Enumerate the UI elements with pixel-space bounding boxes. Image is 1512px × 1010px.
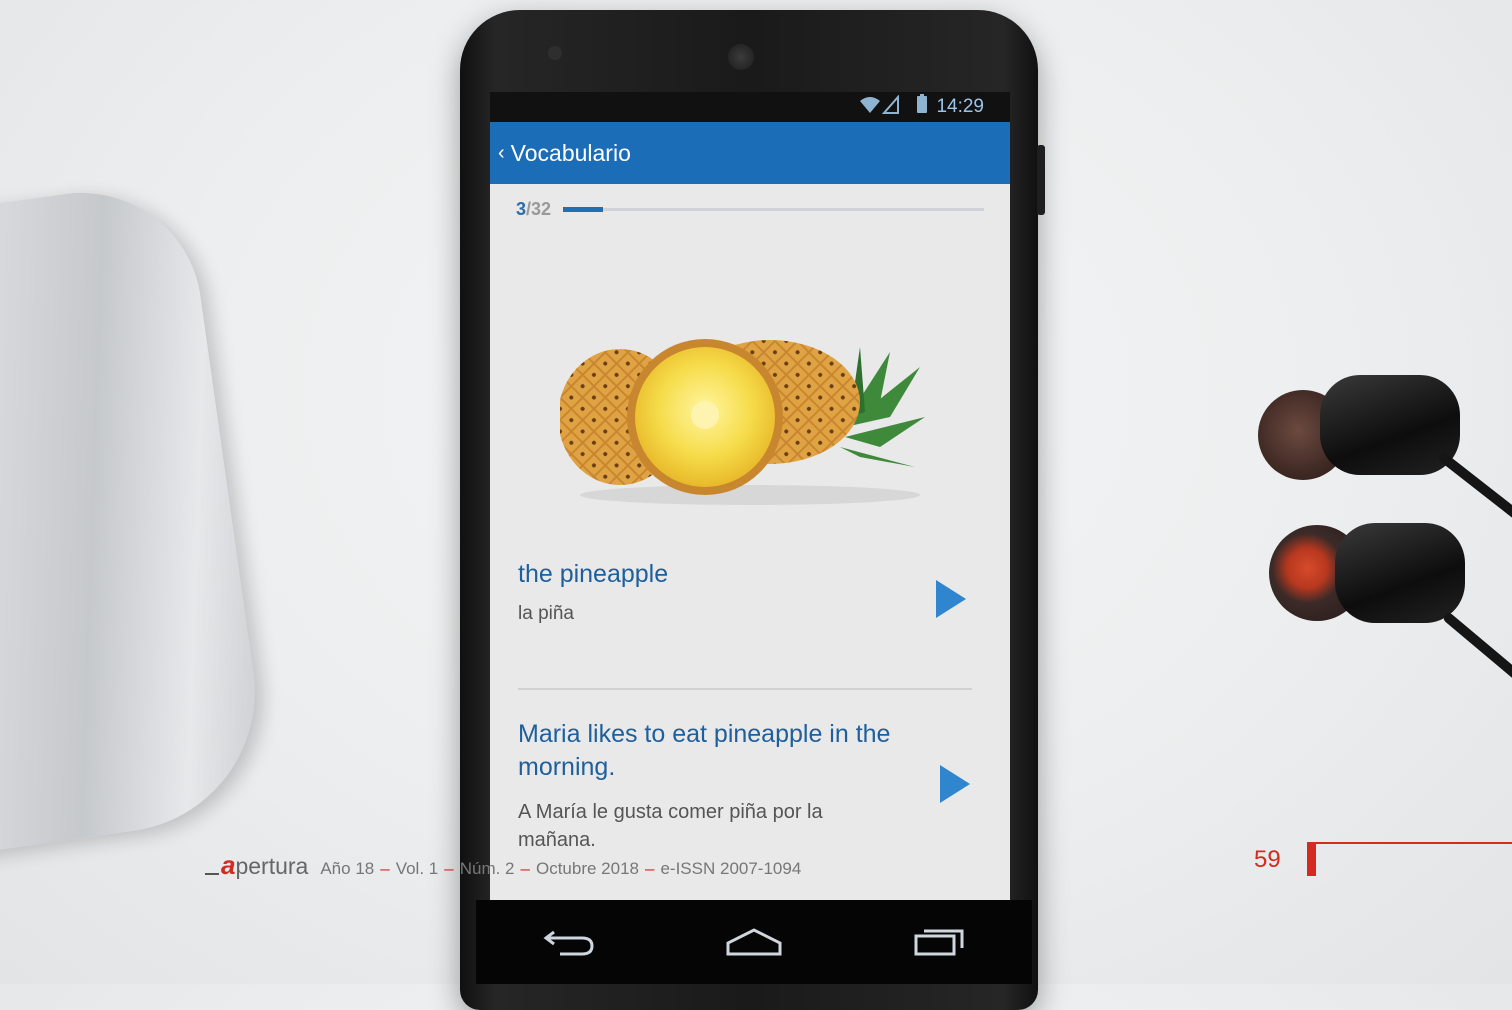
footer-number: Núm. 2 [459, 859, 515, 878]
vocabulary-word: the pineapple [518, 560, 669, 588]
footer-dash: – [520, 859, 530, 878]
play-sentence-audio-icon[interactable] [940, 765, 970, 803]
recents-icon[interactable] [909, 920, 969, 964]
home-icon[interactable] [724, 920, 784, 964]
app-bar-title: Vocabulario [510, 139, 631, 166]
journal-logo-text: pertura [235, 853, 309, 879]
progress-track [563, 206, 984, 212]
page-marker [1307, 842, 1316, 876]
vocabulary-word-entry: the pineapple la piña [518, 560, 990, 625]
status-bar: 14:29 [490, 92, 1010, 122]
journal-logo-a: a [221, 850, 236, 880]
progress-current: 3 [516, 198, 527, 219]
example-sentence: Maria likes to eat pineapple in the morn… [518, 720, 891, 781]
app-bar: ‹ Vocabulario [490, 122, 1010, 184]
play-word-audio-icon[interactable] [936, 580, 966, 618]
back-icon[interactable] [539, 920, 599, 964]
footer-date: Octubre 2018 [535, 859, 639, 878]
progress-total: /32 [526, 198, 552, 219]
footer-year: Año 18 [320, 859, 375, 878]
power-button [1037, 145, 1045, 215]
silver-device-background [0, 177, 273, 863]
page-number: 59 [1254, 846, 1281, 873]
progress-fill [563, 206, 603, 212]
example-sentence-translation: A María le gusta comer piña por la mañan… [518, 801, 823, 851]
pineapple-image [560, 339, 925, 505]
entry-divider [518, 688, 972, 690]
sensor-dot [548, 46, 562, 60]
logo-underline [205, 873, 219, 875]
battery-icon [916, 94, 928, 120]
wifi-signal-icon [858, 93, 908, 120]
example-sentence-entry: Maria likes to eat pineapple in the morn… [518, 718, 990, 854]
phone-screen: 14:29 ‹ Vocabulario 3/32 the pineapple l… [490, 92, 1010, 980]
earbud-bottom [1265, 515, 1512, 690]
android-navigation-bar [476, 900, 1032, 984]
footer-dash: – [645, 859, 655, 878]
progress-indicator: 3/32 [490, 184, 1010, 224]
page-rule [1316, 842, 1512, 844]
earbud-top [1250, 370, 1512, 527]
front-camera [728, 44, 754, 70]
footer-dash: – [444, 859, 454, 878]
journal-footer: a pertura Año 18 – Vol. 1 – Núm. 2 – Oct… [205, 850, 801, 881]
footer-volume: Vol. 1 [395, 859, 439, 878]
footer-dash: – [380, 859, 390, 878]
progress-count: 3/32 [516, 199, 551, 220]
footer-issn: e-ISSN 2007-1094 [660, 859, 802, 878]
vocabulary-translation: la piña [518, 603, 574, 624]
status-time: 14:29 [936, 96, 984, 117]
back-chevron-icon[interactable]: ‹ [498, 142, 505, 165]
